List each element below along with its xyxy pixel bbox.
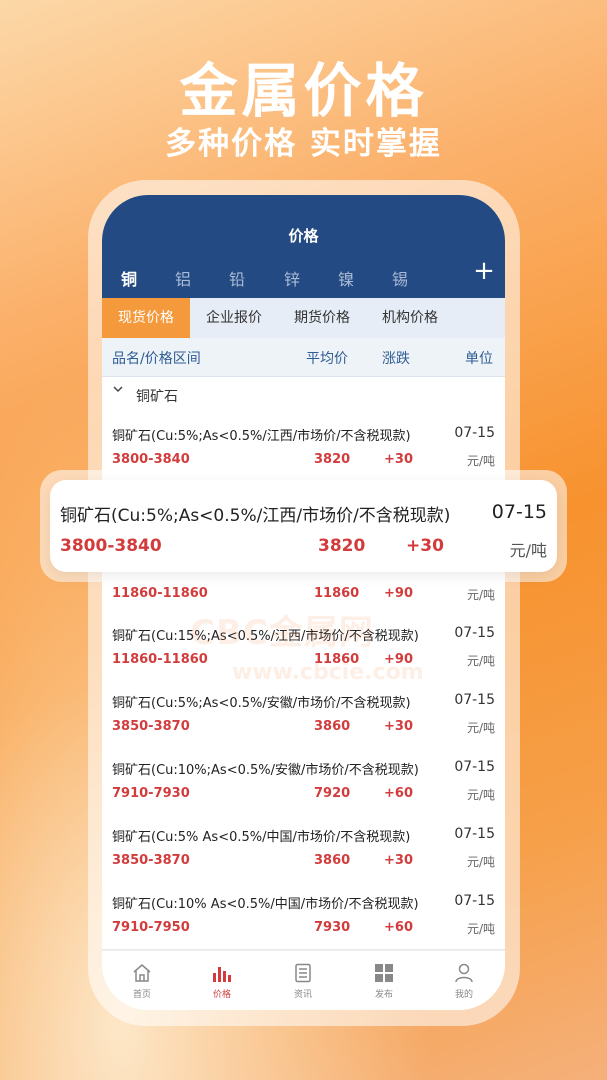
row-avg: 3860	[314, 719, 351, 734]
nav-home[interactable]: 首页	[102, 951, 182, 1010]
app-screen: 价格 铜 铝 铅 锌 镍 锡 + 现货价格 企业报价 期货价格 机构价格 品名/…	[102, 195, 505, 1010]
bar-chart-icon	[212, 963, 232, 983]
row-range: 7910-7930	[112, 786, 190, 801]
row-unit: 元/吨	[466, 721, 495, 735]
tab-company-quote[interactable]: 企业报价	[190, 298, 278, 338]
tab-metal-zinc[interactable]: 锌	[284, 266, 300, 290]
row-range: 3850-3870	[112, 853, 190, 868]
table-row[interactable]: 铜矿石(Cu:10%;As<0.5%/安徽/市场价/不含税现款) 07-15 7…	[102, 748, 505, 816]
bottom-nav: 首页 价格 资讯 发布 我的	[102, 950, 505, 1010]
watermark-url: www.cbcie.com	[232, 660, 424, 685]
home-icon	[132, 963, 152, 983]
nav-price[interactable]: 价格	[182, 951, 262, 1010]
promo-title: 金属价格	[179, 57, 428, 125]
row-avg: 3860	[314, 853, 351, 868]
highlight-card: 铜矿石(Cu:5%;As<0.5%/江西/市场价/不含税现款) 07-15 38…	[50, 480, 557, 572]
table-row[interactable]: 铜矿石(Cu:10% As<0.5%/中国/市场价/不含税现款) 07-15 7…	[102, 882, 505, 950]
row-avg: 11860	[314, 586, 360, 601]
col-unit: 单位	[465, 351, 493, 367]
nav-mine[interactable]: 我的	[424, 951, 504, 1010]
category-row[interactable]: 铜矿石	[102, 376, 505, 415]
tab-metal-lead[interactable]: 铅	[229, 266, 245, 290]
row-unit: 元/吨	[466, 588, 495, 602]
row-date: 07-15	[454, 759, 495, 775]
row-range: 7910-7950	[112, 920, 190, 935]
row-avg: 3820	[314, 452, 351, 467]
highlight-unit: 元/吨	[509, 541, 547, 560]
row-change: +90	[384, 586, 413, 601]
col-avg: 平均价	[306, 351, 348, 367]
col-change: 涨跌	[382, 351, 410, 367]
col-name: 品名/价格区间	[112, 351, 201, 367]
nav-news[interactable]: 资讯	[263, 951, 343, 1010]
category-label: 铜矿石	[136, 389, 178, 405]
row-avg: 7920	[314, 786, 351, 801]
row-name: 铜矿石(Cu:5% As<0.5%/中国/市场价/不含税现款)	[112, 830, 411, 845]
news-icon	[293, 963, 313, 983]
price-type-tabs: 现货价格 企业报价 期货价格 机构价格	[102, 298, 505, 338]
tab-futures-price[interactable]: 期货价格	[278, 298, 366, 338]
row-name: 铜矿石(Cu:5%;As<0.5%/江西/市场价/不含税现款)	[112, 429, 411, 444]
tab-spot-price[interactable]: 现货价格	[102, 298, 190, 338]
row-date: 07-15	[454, 893, 495, 909]
nav-news-label: 资讯	[293, 990, 312, 1000]
row-date: 07-15	[454, 692, 495, 708]
highlight-date: 07-15	[491, 501, 547, 523]
tab-metal-copper[interactable]: 铜	[121, 266, 137, 290]
row-date: 07-15	[454, 425, 495, 441]
tab-metal-tin[interactable]: 锡	[392, 266, 408, 290]
nav-mine-label: 我的	[454, 990, 473, 1000]
row-name: 铜矿石(Cu:10% As<0.5%/中国/市场价/不含税现款)	[112, 897, 419, 912]
row-range: 11860-11860	[112, 652, 208, 667]
row-change: +60	[384, 920, 413, 935]
add-icon[interactable]: +	[473, 258, 495, 284]
watermark-logo: CBC金属网	[190, 613, 374, 653]
nav-publish-label: 发布	[374, 990, 393, 1000]
row-unit: 元/吨	[466, 654, 495, 668]
highlight-name: 铜矿石(Cu:5%;As<0.5%/江西/市场价/不含税现款)	[60, 506, 451, 526]
tab-metal-nickel[interactable]: 镍	[338, 266, 354, 290]
row-unit: 元/吨	[466, 454, 495, 468]
row-date: 07-15	[454, 625, 495, 641]
user-icon	[454, 963, 474, 983]
grid-icon	[374, 963, 394, 983]
table-header: 品名/价格区间 平均价 涨跌 单位	[102, 338, 505, 377]
row-range: 3850-3870	[112, 719, 190, 734]
nav-publish[interactable]: 发布	[344, 951, 424, 1010]
row-avg: 7930	[314, 920, 351, 935]
row-change: +30	[384, 452, 413, 467]
page-title: 价格	[288, 227, 319, 245]
tab-institution-price[interactable]: 机构价格	[366, 298, 454, 338]
table-row[interactable]: 铜矿石(Cu:5% As<0.5%/中国/市场价/不含税现款) 07-15 38…	[102, 815, 505, 883]
highlight-avg: 3820	[318, 536, 366, 556]
tab-metal-aluminum[interactable]: 铝	[175, 266, 191, 290]
row-range: 11860-11860	[112, 586, 208, 601]
nav-bar: 价格 铜 铝 铅 锌 镍 锡 +	[102, 195, 505, 298]
chevron-down-icon	[112, 383, 124, 399]
row-name: 铜矿石(Cu:5%;As<0.5%/安徽/市场价/不含税现款)	[112, 696, 411, 711]
nav-home-label: 首页	[132, 990, 151, 1000]
row-change: +30	[384, 853, 413, 868]
row-unit: 元/吨	[466, 855, 495, 869]
row-change: +60	[384, 786, 413, 801]
row-range: 3800-3840	[112, 452, 190, 467]
promo-subtitle: 多种价格 实时掌握	[165, 126, 442, 162]
row-change: +30	[384, 719, 413, 734]
row-name: 铜矿石(Cu:10%;As<0.5%/安徽/市场价/不含税现款)	[112, 763, 419, 778]
row-unit: 元/吨	[466, 788, 495, 802]
row-date: 07-15	[454, 826, 495, 842]
table-row[interactable]: 铜矿石(Cu:5%;As<0.5%/安徽/市场价/不含税现款) 07-15 38…	[102, 681, 505, 749]
row-unit: 元/吨	[466, 922, 495, 936]
highlight-change: +30	[406, 536, 444, 556]
highlight-range: 3800-3840	[60, 536, 162, 556]
nav-price-label: 价格	[212, 990, 231, 1000]
